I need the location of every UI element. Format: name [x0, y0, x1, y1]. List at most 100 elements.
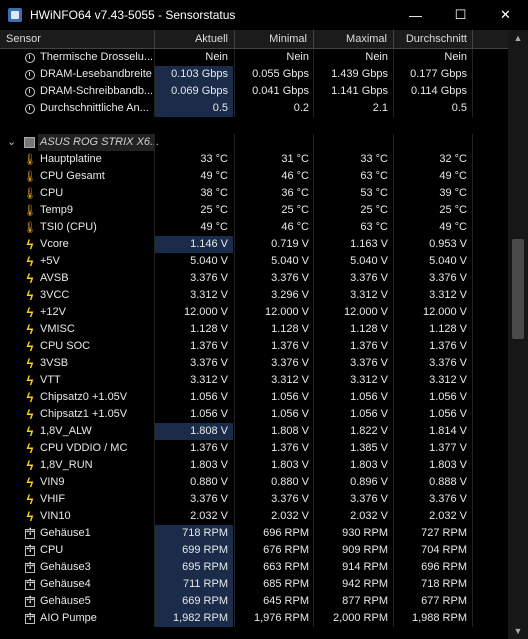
min-value: 3.376 V: [271, 493, 309, 505]
max-value: 0.896 V: [350, 476, 388, 488]
sensor-row[interactable]: ϟ 3VSB 3.376 V 3.376 V 3.376 V 3.376 V: [0, 355, 508, 372]
sensor-row[interactable]: ϟ CPU SOC 1.376 V 1.376 V 1.376 V 1.376 V: [0, 338, 508, 355]
vertical-scrollbar[interactable]: ▲ ▼: [508, 30, 528, 639]
sensor-row[interactable]: 🌡 TSI0 (CPU) 49 °C 46 °C 63 °C 49 °C: [0, 219, 508, 236]
sensor-name: DRAM-Lesebandbreite: [40, 68, 152, 80]
fan-icon: [24, 527, 36, 540]
sensor-name: Hauptplatine: [40, 153, 102, 165]
sensor-row[interactable]: Durchschnittliche An... 0.5 0.2 2.1 0.5: [0, 100, 508, 117]
current-value: 3.376 V: [190, 357, 228, 369]
header-average[interactable]: Durchschnitt: [395, 30, 467, 48]
sensor-row[interactable]: ϟ Chipsatz1 +1.05V 1.056 V 1.056 V 1.056 V 1.…: [0, 406, 508, 423]
avg-value: 718 RPM: [421, 578, 467, 590]
scroll-down-arrow-icon[interactable]: ▼: [508, 623, 528, 639]
avg-value: 1.056 V: [429, 408, 467, 420]
sensor-row[interactable]: 🌡 CPU 38 °C 36 °C 53 °C 39 °C: [0, 185, 508, 202]
sensor-row[interactable]: ϟ VHIF 3.376 V 3.376 V 3.376 V 3.376 V: [0, 491, 508, 508]
avg-value: 49 °C: [439, 221, 467, 233]
sensor-row[interactable]: ϟ +5V 5.040 V 5.040 V 5.040 V 5.040 V: [0, 253, 508, 270]
sensor-row[interactable]: ϟ Vcore 1.146 V 0.719 V 1.163 V 0.953 V: [0, 236, 508, 253]
sensor-row[interactable]: ϟ +12V 12.000 V 12.000 V 12.000 V 12.000 V: [0, 304, 508, 321]
header-minimal[interactable]: Minimal: [236, 30, 307, 48]
min-value: 1.808 V: [271, 425, 309, 437]
bolt-icon: ϟ: [26, 356, 34, 371]
current-value: 1.376 V: [190, 340, 228, 352]
bolt-icon: ϟ: [26, 390, 34, 405]
sensor-name: Gehäuse3: [40, 561, 91, 573]
min-value: 3.376 V: [271, 357, 309, 369]
scroll-thumb[interactable]: [512, 239, 524, 339]
sensor-row[interactable]: ϟ CPU VDDIO / MC 1.376 V 1.376 V 1.385 V 1.37…: [0, 440, 508, 457]
min-value: 5.040 V: [271, 255, 309, 267]
sensor-row[interactable]: Gehäuse3 695 RPM 663 RPM 914 RPM 696 RPM: [0, 559, 508, 576]
avg-value: 1,988 RPM: [411, 612, 467, 624]
avg-value: 3.376 V: [429, 493, 467, 505]
max-value: 3.312 V: [350, 374, 388, 386]
sensor-name: TSI0 (CPU): [40, 221, 97, 233]
sensor-row[interactable]: 🌡 Hauptplatine 33 °C 31 °C 33 °C 32 °C: [0, 151, 508, 168]
sensor-row[interactable]: ϟ VTT 3.312 V 3.312 V 3.312 V 3.312 V: [0, 372, 508, 389]
sensor-row[interactable]: Gehäuse5 669 RPM 645 RPM 877 RPM 677 RPM: [0, 593, 508, 610]
bolt-icon: ϟ: [26, 475, 34, 490]
sensor-name: VHIF: [40, 493, 66, 505]
sensor-name: DRAM-Schreibbandb...: [40, 85, 152, 97]
min-value: 46 °C: [281, 221, 309, 233]
sensor-row[interactable]: DRAM-Lesebandbreite 0.103 Gbps 0.055 Gbps 1…: [0, 66, 508, 83]
avg-value: 1.376 V: [429, 340, 467, 352]
sensor-name: +5V: [40, 255, 60, 267]
sensor-row[interactable]: ϟ 1,8V_ALW 1.808 V 1.808 V 1.822 V 1.814 V: [0, 423, 508, 440]
maximize-button[interactable]: ☐: [438, 0, 483, 30]
sensor-name: Durchschnittliche An...: [40, 102, 149, 114]
minimize-button[interactable]: —: [393, 0, 438, 30]
header-sensor[interactable]: Sensor: [6, 30, 41, 48]
sensor-row[interactable]: ϟ Chipsatz0 +1.05V 1.056 V 1.056 V 1.056 V 1.…: [0, 389, 508, 406]
sensor-row[interactable]: ϟ 1,8V_RUN 1.803 V 1.803 V 1.803 V 1.803 V: [0, 457, 508, 474]
sensor-row[interactable]: CPU 699 RPM 676 RPM 909 RPM 704 RPM: [0, 542, 508, 559]
sensor-row[interactable]: 🌡 Temp9 25 °C 25 °C 25 °C 25 °C: [0, 202, 508, 219]
current-value: 695 RPM: [182, 561, 228, 573]
avg-value: 3.376 V: [429, 272, 467, 284]
sensor-row[interactable]: Thermische Drosselu... Nein Nein Nein Nein: [0, 49, 508, 66]
motherboard-chip-icon: [24, 137, 35, 148]
sensor-row[interactable]: AIO Pumpe 1,982 RPM 1,976 RPM 2,000 RPM 1,98…: [0, 610, 508, 627]
sensor-name: Thermische Drosselu...: [40, 51, 152, 63]
sensor-name: Gehäuse4: [40, 578, 91, 590]
max-value: 930 RPM: [342, 527, 388, 539]
avg-value: 0.114 Gbps: [410, 85, 467, 97]
avg-value: 0.888 V: [429, 476, 467, 488]
chevron-down-icon[interactable]: ⌄: [7, 134, 16, 151]
header-maximal[interactable]: Maximal: [315, 30, 387, 48]
current-value: 1.056 V: [190, 391, 228, 403]
sensor-group-header[interactable]: ⌄ ASUS ROG STRIX X6...: [0, 134, 508, 151]
header-current[interactable]: Aktuell: [155, 30, 228, 48]
min-value: 31 °C: [281, 153, 309, 165]
sensor-row[interactable]: Gehäuse1 718 RPM 696 RPM 930 RPM 727 RPM: [0, 525, 508, 542]
bolt-icon: ϟ: [26, 441, 34, 456]
min-value: 663 RPM: [263, 561, 309, 573]
sensor-row[interactable]: ϟ VMISC 1.128 V 1.128 V 1.128 V 1.128 V: [0, 321, 508, 338]
sensor-name: CPU Gesamt: [40, 170, 105, 182]
sensor-name: VIN9: [40, 476, 65, 488]
sensor-row[interactable]: ϟ VIN9 0.880 V 0.880 V 0.896 V 0.888 V: [0, 474, 508, 491]
sensor-row[interactable]: DRAM-Schreibbandb... 0.069 Gbps 0.041 Gbps…: [0, 83, 508, 100]
min-value: 3.312 V: [271, 374, 309, 386]
min-value: 0.2: [293, 102, 309, 114]
current-value: 1,982 RPM: [172, 612, 228, 624]
sensor-row[interactable]: ϟ VIN10 2.032 V 2.032 V 2.032 V 2.032 V: [0, 508, 508, 525]
min-value: 36 °C: [281, 187, 309, 199]
current-value: 12.000 V: [183, 306, 228, 318]
scroll-up-arrow-icon[interactable]: ▲: [508, 30, 528, 46]
sensor-row[interactable]: ϟ AVSB 3.376 V 3.376 V 3.376 V 3.376 V: [0, 270, 508, 287]
min-value: 1.056 V: [271, 408, 309, 420]
sensor-row[interactable]: ϟ 3VCC 3.312 V 3.296 V 3.312 V 3.312 V: [0, 287, 508, 304]
sensor-row[interactable]: Gehäuse4 711 RPM 685 RPM 942 RPM 718 RPM: [0, 576, 508, 593]
current-value: 3.312 V: [190, 289, 228, 301]
sensor-row[interactable]: 🌡 CPU Gesamt 49 °C 46 °C 63 °C 49 °C: [0, 168, 508, 185]
close-button[interactable]: ✕: [483, 0, 528, 30]
avg-value: 12.000 V: [422, 306, 467, 318]
avg-value: 696 RPM: [421, 561, 467, 573]
group-name: ASUS ROG STRIX X6...: [40, 136, 160, 148]
sensor-name: VIN10: [40, 510, 71, 522]
min-value: 696 RPM: [263, 527, 309, 539]
avg-value: 727 RPM: [421, 527, 467, 539]
